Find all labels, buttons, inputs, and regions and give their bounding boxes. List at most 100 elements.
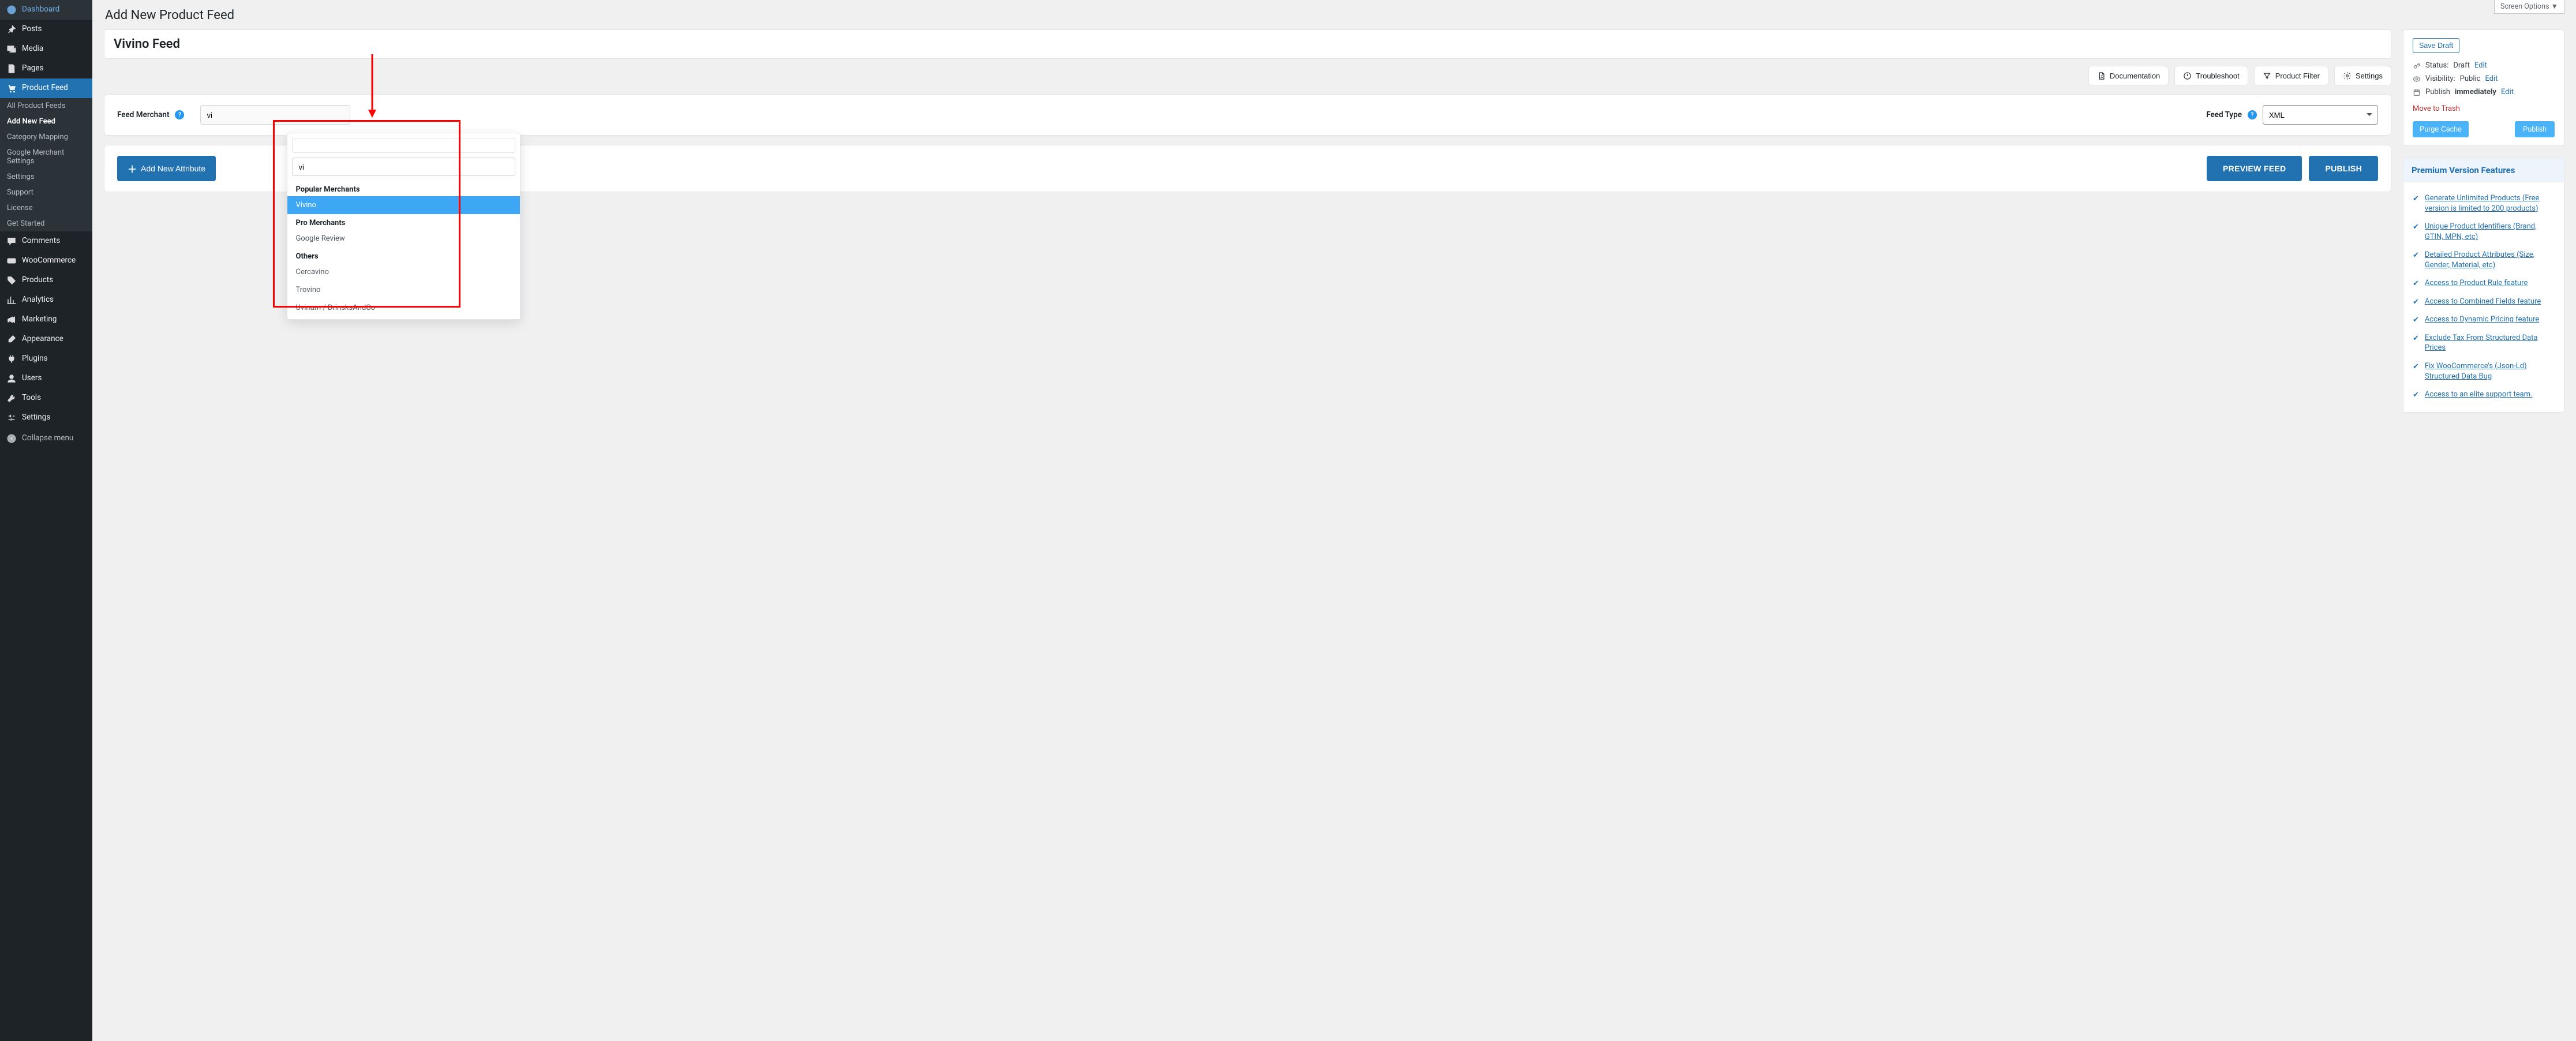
premium-feature-link[interactable]: Fix WooCommerce's (Json-Ld) Structured D… <box>2425 361 2555 381</box>
gauge-icon <box>6 4 17 16</box>
publish-button[interactable]: Publish <box>2515 121 2555 137</box>
dropdown-item-vivino[interactable]: Vivino <box>287 196 520 214</box>
feed-title-card: Vivino Feed <box>104 29 2391 59</box>
sidebar-item-settings[interactable]: Settings <box>0 408 92 428</box>
move-to-trash-link[interactable]: Move to Trash <box>2413 104 2460 113</box>
dropdown-selected-bar[interactable] <box>292 138 515 153</box>
edit-visibility-link[interactable]: Edit <box>2485 74 2498 83</box>
admin-sidebar: Dashboard Posts Media Pages Product Feed All … <box>0 0 92 1041</box>
sidebar-item-products[interactable]: Products <box>0 271 92 290</box>
premium-feature-item: ✔Detailed Product Attributes (Size, Gend… <box>2413 246 2555 274</box>
sidebar-item-comments[interactable]: Comments <box>0 231 92 251</box>
merchant-dropdown: Popular MerchantsVivinoPro MerchantsGoog… <box>287 133 521 320</box>
feed-merchant-search[interactable] <box>200 105 350 125</box>
premium-feature-item: ✔Unique Product Identifiers (Brand, GTIN… <box>2413 218 2555 246</box>
troubleshoot-button[interactable]: Troubleshoot <box>2174 66 2248 86</box>
screen-options-toggle[interactable]: Screen Options ▼ <box>2494 0 2564 14</box>
sidebar-subitem-settings[interactable]: Settings <box>0 169 92 185</box>
gear-icon <box>2343 72 2352 80</box>
premium-feature-link[interactable]: Access to an elite support team. <box>2425 390 2533 400</box>
sidebar-item-appearance[interactable]: Appearance <box>0 329 92 349</box>
publish-feed-button[interactable]: PUBLISH <box>2309 156 2378 181</box>
premium-feature-item: ✔Access to Combined Fields feature <box>2413 293 2555 311</box>
premium-heading: Premium Version Features <box>2403 158 2564 182</box>
sidebar-item-dashboard[interactable]: Dashboard <box>0 0 92 20</box>
edit-status-link[interactable]: Edit <box>2474 61 2487 70</box>
help-icon[interactable]: ? <box>2248 110 2257 119</box>
sidebar-subitem-category-mapping[interactable]: Category Mapping <box>0 129 92 145</box>
sidebar-item-media[interactable]: Media <box>0 39 92 59</box>
check-icon: ✔ <box>2413 362 2419 371</box>
premium-feature-link[interactable]: Access to Dynamic Pricing feature <box>2425 314 2539 325</box>
eye-icon <box>2413 75 2421 83</box>
megaphone-icon <box>6 314 17 325</box>
sidebar-subitem-license[interactable]: License <box>0 200 92 216</box>
menu-label: Dashboard <box>22 5 59 15</box>
dropdown-section-header: Pro Merchants <box>287 214 520 230</box>
doc-icon <box>2097 72 2106 80</box>
check-icon: ✔ <box>2413 391 2419 399</box>
premium-feature-link[interactable]: Unique Product Identifiers (Brand, GTIN,… <box>2425 222 2555 242</box>
documentation-button[interactable]: Documentation <box>2088 66 2169 86</box>
cart-icon <box>6 83 17 94</box>
feed-type-select[interactable]: XML <box>2263 105 2378 125</box>
dropdown-item-google-review[interactable]: Google Review <box>287 230 520 248</box>
menu-label: Users <box>22 373 42 384</box>
menu-label: Analytics <box>22 295 54 305</box>
dropdown-search-input[interactable] <box>292 158 515 176</box>
sidebar-subitem-all-product-feeds[interactable]: All Product Feeds <box>0 98 92 114</box>
dropdown-section-header: Others <box>287 248 520 263</box>
menu-label: Product Feed <box>22 83 68 93</box>
sidebar-subitem-google-merchant-settings[interactable]: Google Merchant Settings <box>0 145 92 169</box>
sidebar-item-plugins[interactable]: Plugins <box>0 349 92 369</box>
premium-feature-link[interactable]: Exclude Tax From Structured Data Prices <box>2425 333 2555 353</box>
wrench-icon <box>6 392 17 404</box>
settings-button[interactable]: Settings <box>2334 66 2391 86</box>
premium-feature-link[interactable]: Access to Combined Fields feature <box>2425 297 2541 307</box>
dropdown-item-uvinum-drinsksandco[interactable]: Uvinum / DrinsksAndCo <box>287 299 520 317</box>
sidebar-item-woocommerce[interactable]: WooCommerce <box>0 251 92 271</box>
menu-label: Plugins <box>22 354 48 364</box>
pages-icon <box>6 63 17 74</box>
save-draft-button[interactable]: Save Draft <box>2413 38 2459 53</box>
product-filter-button[interactable]: Product Filter <box>2254 66 2328 86</box>
sidebar-subitem-add-new-feed[interactable]: Add New Feed <box>0 114 92 129</box>
help-icon[interactable]: ? <box>175 110 184 119</box>
menu-label: Marketing <box>22 314 57 325</box>
premium-feature-link[interactable]: Generate Unlimited Products (Free versio… <box>2425 193 2555 214</box>
sidebar-item-posts[interactable]: Posts <box>0 20 92 39</box>
purge-cache-button[interactable]: Purge Cache <box>2413 121 2469 137</box>
premium-feature-link[interactable]: Access to Product Rule feature <box>2425 278 2528 289</box>
sidebar-item-analytics[interactable]: Analytics <box>0 290 92 310</box>
sidebar-item-marketing[interactable]: Marketing <box>0 310 92 329</box>
add-attribute-button[interactable]: ＋ Add New Attribute <box>117 156 216 181</box>
plug-icon <box>6 353 17 365</box>
sidebar-item-tools[interactable]: Tools <box>0 388 92 408</box>
menu-label: Comments <box>22 236 60 246</box>
menu-label: Products <box>22 275 53 286</box>
collapse-menu[interactable]: Collapse menu <box>0 428 92 450</box>
menu-label: Tools <box>22 393 41 403</box>
check-icon: ✔ <box>2413 194 2419 203</box>
sidebar-subitem-support[interactable]: Support <box>0 185 92 200</box>
preview-feed-button[interactable]: PREVIEW FEED <box>2207 156 2302 181</box>
menu-label: Posts <box>22 24 42 35</box>
dropdown-item-cercavino[interactable]: Cercavino <box>287 263 520 281</box>
sidebar-item-users[interactable]: Users <box>0 369 92 388</box>
publish-meta-box: Save Draft Status: Draft Edit Visibility… <box>2403 29 2564 146</box>
menu-label: Media <box>22 44 43 54</box>
key-icon <box>2413 62 2421 70</box>
feed-title[interactable]: Vivino Feed <box>114 37 2382 51</box>
premium-feature-link[interactable]: Detailed Product Attributes (Size, Gende… <box>2425 250 2555 270</box>
premium-feature-item: ✔ Generate Unlimited Products (Free versi… <box>2413 189 2555 218</box>
sidebar-item-pages[interactable]: Pages <box>0 59 92 78</box>
sidebar-subitem-get-started[interactable]: Get Started <box>0 216 92 231</box>
dropdown-item-trovino[interactable]: Trovino <box>287 281 520 299</box>
media-icon <box>6 43 17 55</box>
menu-label: Pages <box>22 63 44 74</box>
sidebar-item-product-feed[interactable]: Product Feed <box>0 78 92 98</box>
edit-date-link[interactable]: Edit <box>2501 88 2514 96</box>
sliders-icon <box>6 412 17 424</box>
menu-label: Settings <box>22 413 50 423</box>
plus-icon: ＋ <box>128 162 137 175</box>
